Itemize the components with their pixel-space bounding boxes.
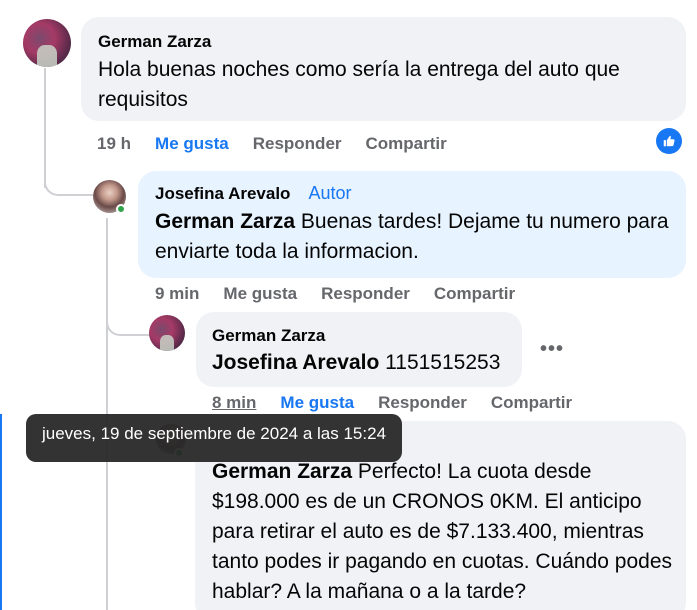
comment-bubble-3: German Zarza Josefina Arevalo 1151515253 <box>196 312 522 387</box>
comment-time[interactable]: 9 min <box>155 284 199 304</box>
reply-button[interactable]: Responder <box>378 393 467 413</box>
focus-accent-bar <box>0 414 2 610</box>
comment-body: 1151515253 <box>385 351 501 374</box>
reply-button[interactable]: Responder <box>321 284 410 304</box>
comment-author[interactable]: German Zarza <box>98 31 674 53</box>
like-button[interactable]: Me gusta <box>155 134 229 154</box>
share-button[interactable]: Compartir <box>434 284 515 304</box>
comment-bubble-2: Josefina Arevalo Autor German Zarza Buen… <box>138 171 686 278</box>
comment-bubble-1: German Zarza Hola buenas noches como ser… <box>81 17 686 121</box>
thread-connector-1 <box>44 150 94 196</box>
comment-author[interactable]: Josefina Arevalo <box>155 183 290 205</box>
comment-time[interactable]: 19 h <box>97 134 131 154</box>
share-button[interactable]: Compartir <box>491 393 572 413</box>
like-button[interactable]: Me gusta <box>223 284 297 304</box>
like-button[interactable]: Me gusta <box>280 393 354 413</box>
avatar-german-zarza[interactable] <box>149 315 185 351</box>
mention-link[interactable]: German Zarza <box>212 460 352 483</box>
comment-text: German Zarza Buenas tardes! Dejame tu nu… <box>155 207 674 267</box>
comment-time[interactable]: 8 min <box>212 393 256 413</box>
share-button[interactable]: Compartir <box>366 134 447 154</box>
thread-connector-2 <box>106 300 152 336</box>
comment-author[interactable]: German Zarza <box>212 325 510 347</box>
comment-text: Hola buenas noches como sería la entrega… <box>98 58 620 111</box>
comment-text: Josefina Arevalo 1151515253 <box>212 348 510 378</box>
more-options-icon[interactable]: ••• <box>540 338 564 361</box>
online-status-icon <box>116 204 126 214</box>
comment-text: German Zarza Perfecto! La cuota desde $1… <box>212 457 674 607</box>
reply-button[interactable]: Responder <box>253 134 342 154</box>
comment-actions-1: 19 h Me gusta Responder Compartir <box>97 134 471 154</box>
mention-link[interactable]: German Zarza <box>155 210 295 233</box>
comment-actions-2: 9 min Me gusta Responder Compartir <box>155 284 539 304</box>
avatar-german-zarza[interactable] <box>23 19 71 67</box>
author-badge: Autor <box>308 183 352 203</box>
like-thumb-icon[interactable] <box>656 128 682 154</box>
timestamp-tooltip: jueves, 19 de septiembre de 2024 a las 1… <box>26 414 403 462</box>
comment-actions-3: 8 min Me gusta Responder Compartir <box>212 393 596 413</box>
mention-link[interactable]: Josefina Arevalo <box>212 351 379 374</box>
